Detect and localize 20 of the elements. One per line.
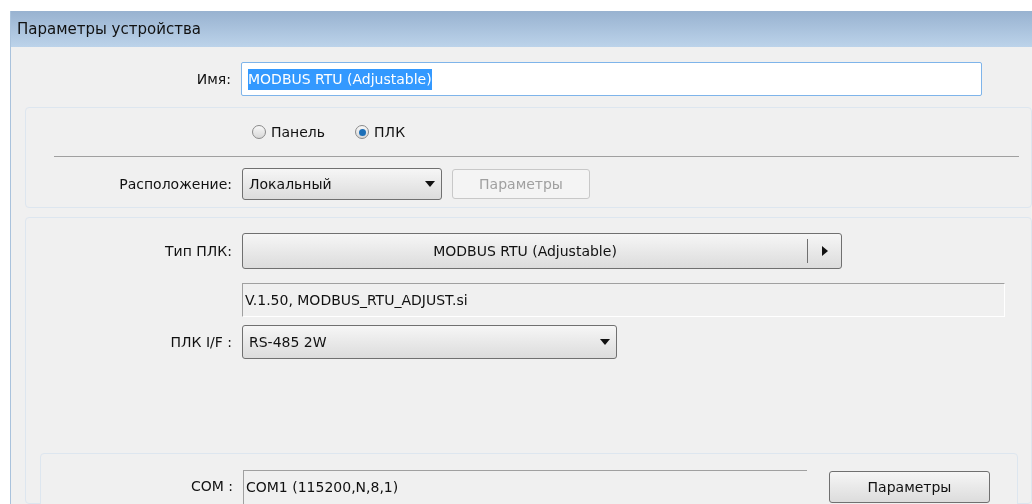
right-arrow-icon	[821, 246, 828, 256]
plc-type-button[interactable]: MODBUS RTU (Adjustable)	[242, 233, 842, 269]
field-label: Имя:	[195, 69, 232, 89]
plc-info-field: V.1.50, MODBUS_RTU_ADJUST.si	[242, 283, 1005, 317]
field-label: COM :	[189, 477, 234, 496]
interface-dropdown[interactable]: RS-485 2W	[242, 325, 617, 359]
parameters-button[interactable]: Параметры	[829, 471, 990, 503]
input-value: MODBUS RTU (Adjustable)	[248, 68, 432, 90]
field-label: ПЛК I/F :	[169, 332, 233, 352]
location-dropdown[interactable]: Локальный	[242, 168, 442, 200]
window-title: Параметры устройства	[17, 18, 201, 40]
radio-option[interactable]: Панель	[252, 121, 326, 143]
radio-button[interactable]	[252, 125, 266, 139]
com-field: COM1 (115200,N,8,1)	[243, 470, 807, 504]
caret-icon	[600, 339, 610, 345]
field-label: Тип ПЛК:	[164, 241, 233, 261]
radio-option[interactable]: ПЛК	[355, 121, 406, 143]
caret-icon	[425, 181, 435, 187]
radio-button[interactable]	[355, 125, 370, 139]
field-label: Расположение:	[118, 174, 233, 194]
